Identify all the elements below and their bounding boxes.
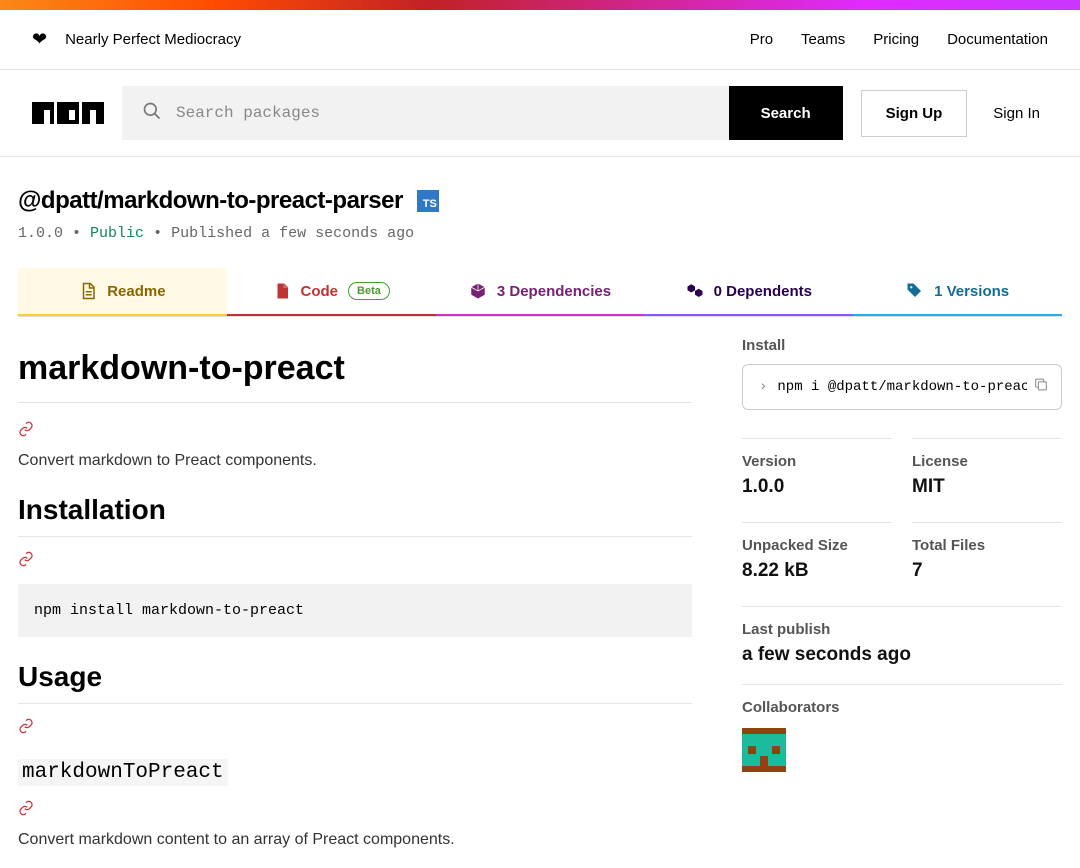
tagline: Nearly Perfect Mediocracy: [65, 31, 241, 48]
copy-icon[interactable]: [1027, 377, 1049, 398]
readme-title: markdown-to-preact: [18, 349, 692, 403]
readme-content: markdown-to-preact Convert markdown to P…: [18, 337, 692, 865]
nav-teams[interactable]: Teams: [801, 31, 845, 48]
search-input[interactable]: [176, 104, 709, 122]
code-file-icon: [273, 282, 291, 300]
version-value: 1.0.0: [742, 476, 892, 498]
anchor-link-icon[interactable]: [18, 421, 692, 442]
nav-documentation[interactable]: Documentation: [947, 31, 1048, 48]
search-row: Search Sign Up Sign In: [0, 70, 1080, 157]
package-title: @dpatt/markdown-to-preact-parser: [18, 187, 403, 215]
package-header: @dpatt/markdown-to-preact-parser TS: [18, 187, 1062, 215]
tab-dependents[interactable]: 0 Dependents: [644, 268, 853, 316]
package-visibility: Public: [90, 225, 144, 242]
license-label: License: [912, 453, 1062, 470]
top-nav: Pro Teams Pricing Documentation: [750, 31, 1048, 48]
meta-last-publish: Last publish a few seconds ago: [742, 606, 1062, 684]
tab-readme-label: Readme: [107, 283, 165, 300]
signup-button[interactable]: Sign Up: [861, 90, 968, 137]
meta-unpacked-size: Unpacked Size 8.22 kB: [742, 522, 892, 600]
meta-grid: Version 1.0.0 License MIT Unpacked Size …: [742, 438, 1062, 684]
usage-desc: Convert markdown content to an array of …: [18, 831, 692, 849]
package-published: Published a few seconds ago: [171, 225, 414, 242]
heart-icon[interactable]: ❤: [32, 29, 47, 50]
last-publish-label: Last publish: [742, 621, 1062, 638]
nav-pricing[interactable]: Pricing: [873, 31, 919, 48]
meta-license: License MIT: [912, 438, 1062, 516]
main-row: markdown-to-preact Convert markdown to P…: [18, 337, 1062, 865]
sidebar: Install › npm i @dpatt/markdown-to-preac…: [742, 337, 1062, 865]
tab-versions[interactable]: 1 Versions: [853, 268, 1062, 316]
package-meta: 1.0.0 • Public • Published a few seconds…: [18, 225, 1062, 242]
unpacked-label: Unpacked Size: [742, 537, 892, 554]
beta-badge: Beta: [348, 282, 390, 300]
meta-total-files: Total Files 7: [912, 522, 1062, 600]
meta-version: Version 1.0.0: [742, 438, 892, 516]
tab-dependents-label: 0 Dependents: [714, 283, 812, 300]
anchor-link-icon[interactable]: [18, 551, 692, 572]
tab-dependencies[interactable]: 3 Dependencies: [436, 268, 645, 316]
boxes-icon: [686, 282, 704, 300]
collaborators-label: Collaborators: [742, 684, 1062, 716]
collaborator-avatar[interactable]: [742, 728, 786, 772]
unpacked-value: 8.22 kB: [742, 560, 892, 582]
chevron-right-icon: ›: [759, 379, 767, 395]
tab-code[interactable]: Code Beta: [227, 268, 436, 316]
files-value: 7: [912, 560, 1062, 582]
npm-logo[interactable]: [32, 102, 104, 124]
tab-versions-label: 1 Versions: [934, 283, 1009, 300]
tab-readme[interactable]: Readme: [18, 268, 227, 316]
version-label: Version: [742, 453, 892, 470]
heading-installation: Installation: [18, 494, 692, 537]
search-button[interactable]: Search: [729, 86, 843, 140]
tab-dependencies-label: 3 Dependencies: [497, 283, 611, 300]
top-bar-left: ❤ Nearly Perfect Mediocracy: [32, 29, 241, 50]
heading-usage: Usage: [18, 661, 692, 704]
install-command-text: npm i @dpatt/markdown-to-preact-parser: [777, 379, 1045, 395]
file-icon: [79, 282, 97, 300]
gradient-bar: [0, 0, 1080, 10]
install-label: Install: [742, 337, 1062, 354]
anchor-link-icon[interactable]: [18, 718, 692, 739]
tags-icon: [906, 282, 924, 300]
search-icon: [142, 101, 162, 126]
content: @dpatt/markdown-to-preact-parser TS 1.0.…: [0, 157, 1080, 865]
install-code-block[interactable]: npm install markdown-to-preact: [18, 584, 692, 637]
files-label: Total Files: [912, 537, 1062, 554]
anchor-link-icon[interactable]: [18, 800, 692, 821]
signin-link[interactable]: Sign In: [985, 105, 1048, 122]
package-version: 1.0.0: [18, 225, 63, 242]
typescript-badge[interactable]: TS: [417, 190, 439, 212]
box-icon: [469, 282, 487, 300]
install-command-box[interactable]: › npm i @dpatt/markdown-to-preact-parser: [742, 364, 1062, 410]
last-publish-value: a few seconds ago: [742, 644, 1062, 666]
tabs: Readme Code Beta 3 Dependencies 0 Depend…: [18, 268, 1062, 317]
heading-function: markdownToPreact: [18, 759, 228, 786]
nav-pro[interactable]: Pro: [750, 31, 773, 48]
top-bar: ❤ Nearly Perfect Mediocracy Pro Teams Pr…: [0, 10, 1080, 70]
search-box: Search: [122, 86, 843, 140]
readme-desc: Convert markdown to Preact components.: [18, 452, 692, 470]
tab-code-label: Code: [301, 283, 339, 300]
license-value: MIT: [912, 476, 1062, 498]
search-input-wrap: [122, 86, 729, 140]
